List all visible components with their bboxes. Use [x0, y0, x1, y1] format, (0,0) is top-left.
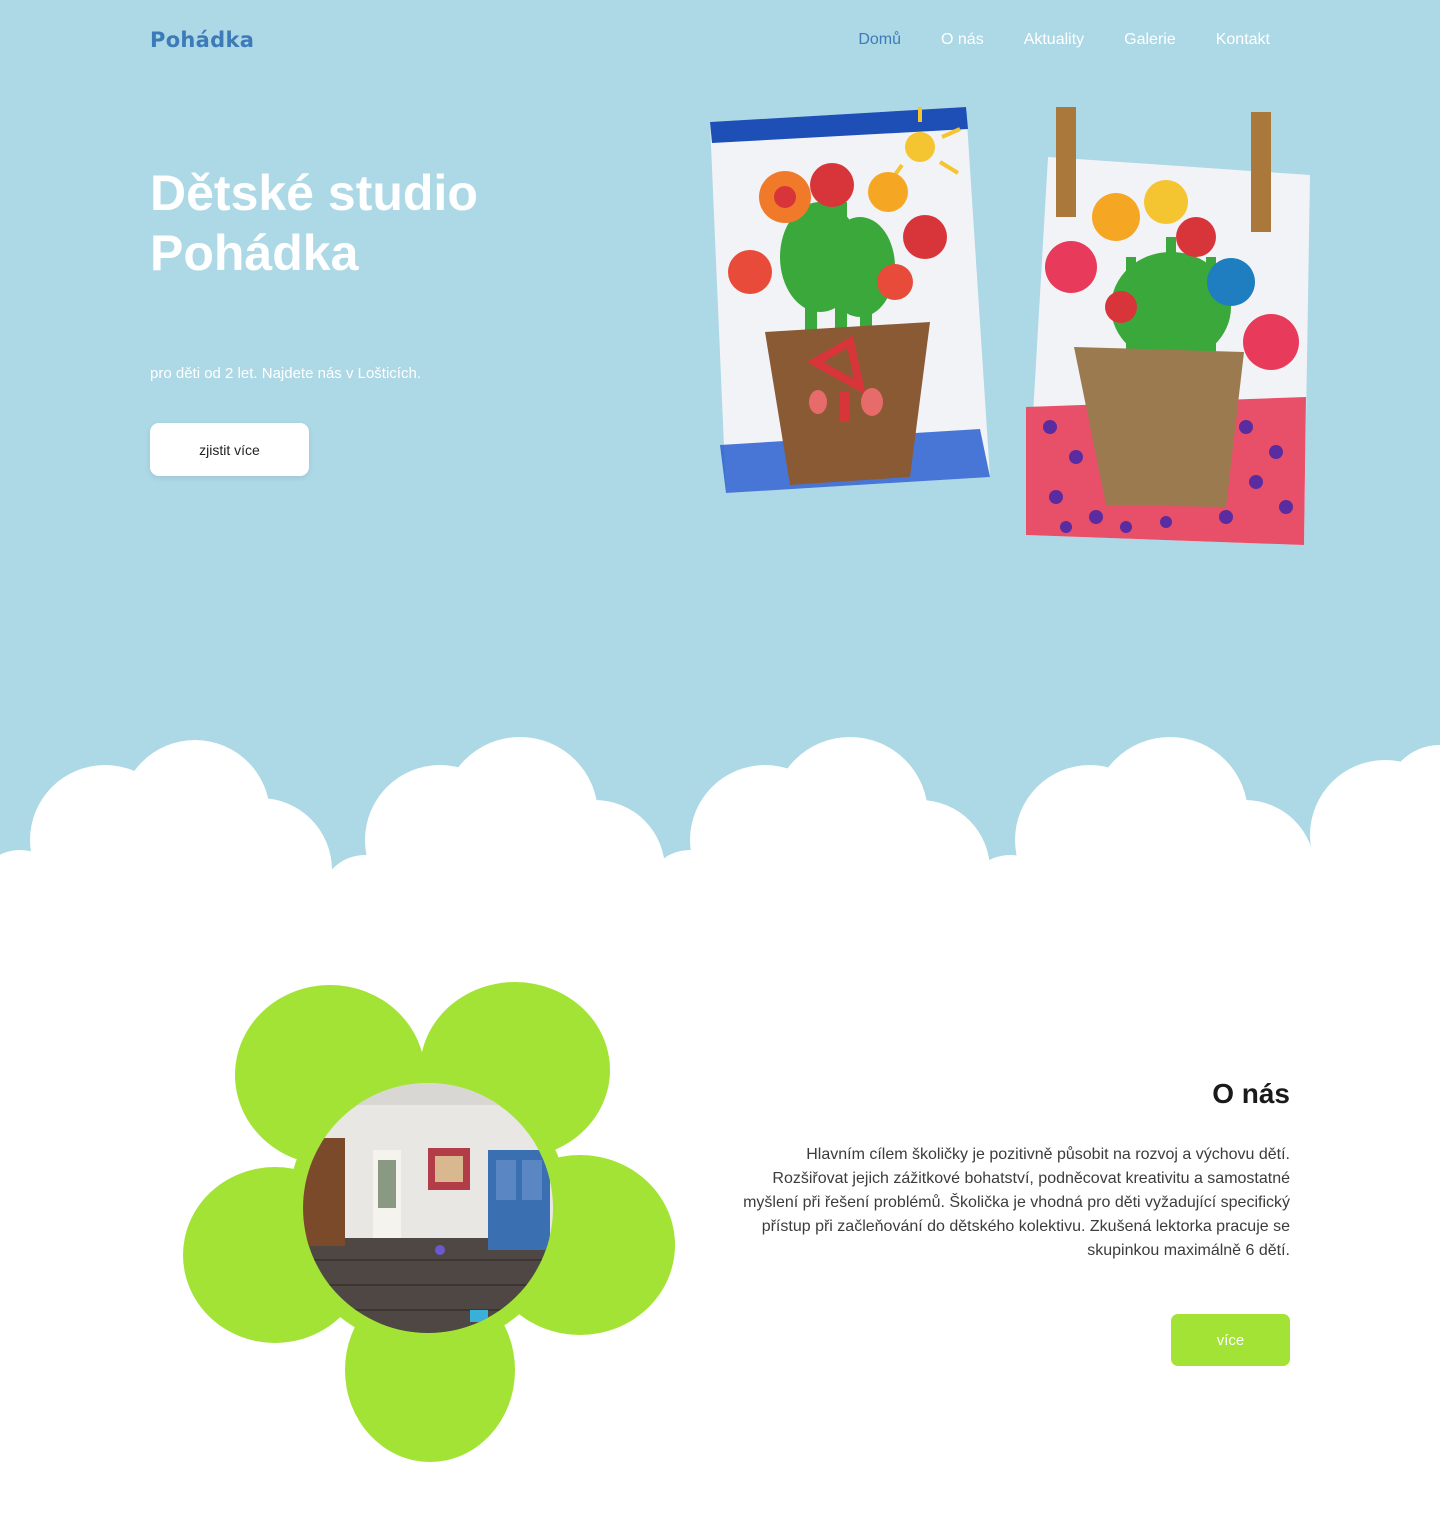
nav-link-contact[interactable]: Kontakt	[1216, 31, 1270, 49]
nav-link-gallery[interactable]: Galerie	[1124, 31, 1176, 49]
flower-photo-frame	[183, 982, 675, 1462]
more-button[interactable]: více	[1171, 1314, 1290, 1366]
cloud-divider	[0, 737, 1440, 920]
site-logo[interactable]: Pohádka	[150, 28, 254, 52]
nav-link-news[interactable]: Aktuality	[1024, 31, 1084, 49]
main-nav: Domů O nás Aktuality Galerie Kontakt	[858, 31, 1270, 49]
nav-link-about[interactable]: O nás	[941, 31, 984, 49]
about-text: Hlavním cílem školičky je pozitivně půso…	[743, 1146, 1290, 1259]
child-drawing-flowers-2	[1026, 107, 1310, 545]
child-drawing-flowers-1	[710, 107, 990, 493]
nav-link-home[interactable]: Domů	[858, 31, 901, 49]
learn-more-button[interactable]: zjistit více	[150, 423, 309, 476]
hero-subtitle: pro děti od 2 let. Najdete nás v Lošticí…	[150, 365, 421, 382]
hero-title: Dětské studio Pohádka	[150, 165, 478, 281]
about-title: O nás	[1212, 1078, 1290, 1109]
